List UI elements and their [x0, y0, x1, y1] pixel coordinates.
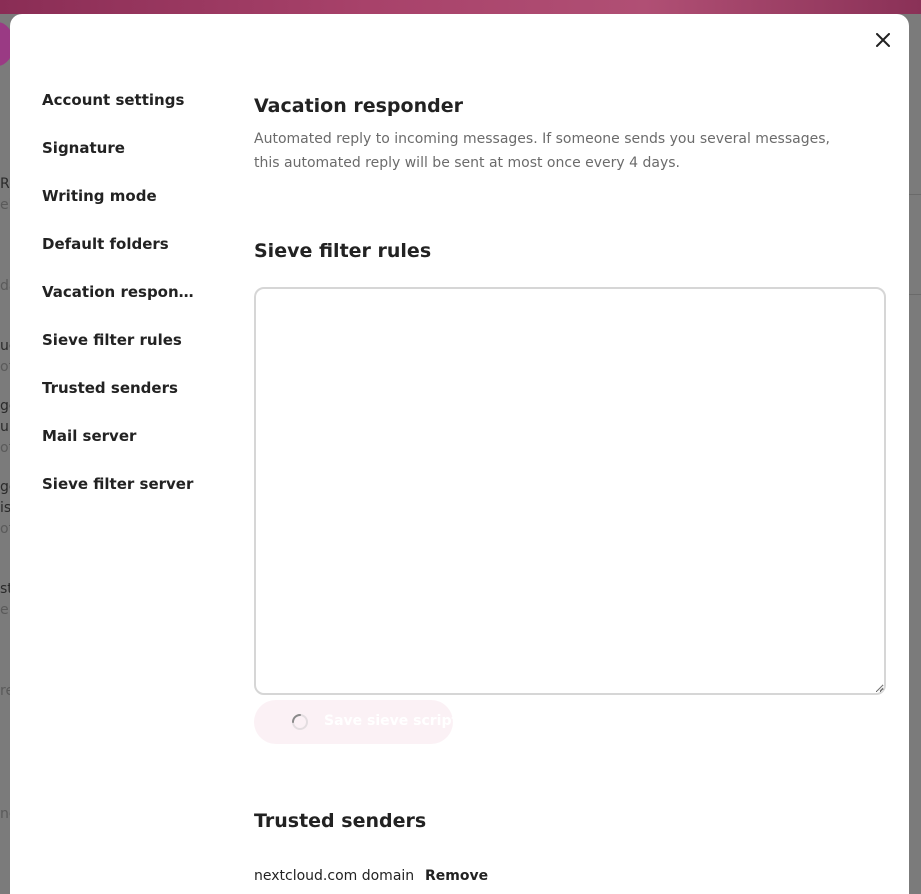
- sieve-script-textarea[interactable]: [254, 287, 886, 695]
- trusted-sender-row: nextcloud.com domain Remove: [254, 868, 488, 884]
- nav-item-sieve-filter-server[interactable]: Sieve filter server: [42, 460, 202, 508]
- nav-item-default-folders[interactable]: Default folders: [42, 220, 202, 268]
- nav-item-sieve-filter-rules[interactable]: Sieve filter rules: [42, 316, 202, 364]
- nav-item-vacation-responder[interactable]: Vacation respon…: [42, 268, 202, 316]
- close-button[interactable]: [870, 27, 896, 53]
- nav-item-writing-mode[interactable]: Writing mode: [42, 172, 202, 220]
- sieve-filter-rules-heading: Sieve filter rules: [254, 240, 432, 262]
- loading-spinner-icon: [292, 714, 308, 730]
- background-divider: [908, 194, 921, 195]
- nav-item-trusted-senders[interactable]: Trusted senders: [42, 364, 202, 412]
- save-sieve-script-label: Save sieve script: [324, 713, 459, 729]
- account-settings-dialog: Account settings Signature Writing mode …: [10, 14, 909, 894]
- background-header: [0, 0, 921, 14]
- vacation-responder-heading: Vacation responder: [254, 95, 463, 117]
- nav-item-signature[interactable]: Signature: [42, 124, 202, 172]
- settings-nav: Account settings Signature Writing mode …: [42, 91, 202, 532]
- close-icon: [876, 33, 890, 47]
- trusted-senders-heading: Trusted senders: [254, 810, 427, 832]
- vacation-responder-description: Automated reply to incoming messages. If…: [254, 131, 830, 171]
- background-divider: [908, 294, 921, 295]
- nav-item-account-settings[interactable]: Account settings: [42, 76, 202, 124]
- background-text: e: [0, 602, 9, 618]
- trusted-sender-domain: nextcloud.com domain: [254, 868, 415, 884]
- save-sieve-script-button[interactable]: Save sieve script: [254, 700, 458, 744]
- remove-trusted-sender-button[interactable]: Remove: [425, 868, 488, 884]
- nav-item-mail-server[interactable]: Mail server: [42, 412, 202, 460]
- resize-handle-icon[interactable]: [874, 682, 884, 692]
